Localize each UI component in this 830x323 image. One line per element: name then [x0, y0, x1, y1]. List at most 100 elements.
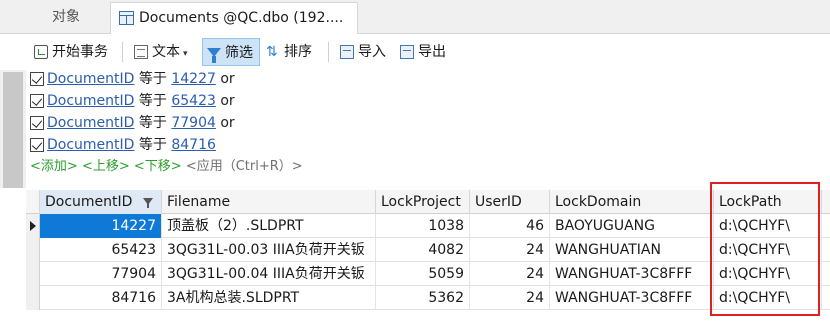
- filter-value-link[interactable]: 65423: [171, 93, 216, 109]
- cell-userid[interactable]: 24: [470, 286, 550, 310]
- filter-connector[interactable]: or: [220, 115, 234, 131]
- toolbar-divider: [122, 42, 123, 62]
- filter-condition: DocumentID 等于 84716: [30, 134, 820, 156]
- filter-operator[interactable]: 等于: [139, 137, 167, 153]
- filter-value-link[interactable]: 77904: [171, 115, 216, 131]
- dropdown-caret-icon[interactable]: ▾: [183, 49, 188, 59]
- import-icon: [340, 45, 354, 59]
- filter-value-link[interactable]: 84716: [171, 137, 216, 153]
- export-button[interactable]: 导出: [396, 38, 446, 66]
- cell-lockpath[interactable]: d:\QCHYF\: [714, 238, 822, 262]
- table-row[interactable]: 84716 3A机构总装.SLDPRT 5362 24 WANGHUAT-3C8…: [40, 286, 830, 310]
- tab-objects[interactable]: 对象: [26, 2, 106, 34]
- filter-label: 筛选: [225, 45, 253, 61]
- table-icon: [119, 11, 134, 25]
- cell-lockproject[interactable]: 5059: [376, 262, 470, 286]
- cell-filename[interactable]: 3QG31L-00.04 IIIA负荷开关钣: [162, 262, 376, 286]
- filter-field-link[interactable]: DocumentID: [47, 137, 134, 153]
- export-icon: [400, 45, 414, 59]
- column-header-lockdomain[interactable]: LockDomain: [550, 190, 714, 214]
- tab-bar: 对象 Documents @QC.dbo (192....: [0, 0, 830, 34]
- filter-connector[interactable]: or: [220, 71, 234, 87]
- cell-filename[interactable]: 3QG31L-00.03 IIIA负荷开关钣: [162, 238, 376, 262]
- header-corner: [26, 190, 40, 214]
- export-label: 导出: [418, 44, 446, 60]
- filter-operator[interactable]: 等于: [139, 71, 167, 87]
- cell-lockproject[interactable]: 5362: [376, 286, 470, 310]
- filter-icon: [207, 48, 221, 63]
- filter-value-link[interactable]: 14227: [171, 71, 216, 87]
- row-selector[interactable]: [26, 238, 40, 262]
- filter-funnel-icon[interactable]: [143, 198, 153, 208]
- cell-lockpath[interactable]: d:\QCHYF\: [714, 262, 822, 286]
- document-icon: [134, 45, 148, 59]
- filter-panel-scrollbar[interactable]: [0, 70, 26, 188]
- cell-documentid[interactable]: 14227: [40, 214, 162, 238]
- filter-enabled-checkbox[interactable]: [30, 138, 44, 152]
- sort-icon: ⇅: [266, 44, 278, 60]
- cell-lockdomain[interactable]: WANGHUATIAN: [550, 238, 714, 262]
- text-button[interactable]: 文本 ▾: [130, 38, 188, 66]
- column-header-documentid[interactable]: DocumentID: [40, 190, 162, 214]
- cell-lockdomain[interactable]: WANGHUAT-3C8FFF: [550, 262, 714, 286]
- filter-enabled-checkbox[interactable]: [30, 116, 44, 130]
- filter-connector[interactable]: or: [220, 93, 234, 109]
- tab-documents[interactable]: Documents @QC.dbo (192....: [110, 2, 358, 34]
- begin-transaction-button[interactable]: 开始事务: [30, 38, 108, 66]
- filter-button[interactable]: 筛选: [202, 38, 260, 66]
- column-header-filename[interactable]: Filename: [162, 190, 376, 214]
- filter-field-link[interactable]: DocumentID: [47, 115, 134, 131]
- filter-enabled-checkbox[interactable]: [30, 72, 44, 86]
- cell-userid[interactable]: 24: [470, 238, 550, 262]
- cell-documentid[interactable]: 77904: [40, 262, 162, 286]
- filter-field-link[interactable]: DocumentID: [47, 71, 134, 87]
- import-label: 导入: [358, 44, 386, 60]
- column-header-lockpath[interactable]: LockPath: [714, 190, 822, 214]
- cell-lockproject[interactable]: 1038: [376, 214, 470, 238]
- begin-transaction-icon: [34, 45, 48, 59]
- filter-panel: DocumentID 等于 14227 or DocumentID 等于 654…: [30, 68, 820, 178]
- sort-label: 排序: [284, 44, 312, 60]
- column-header-label: DocumentID: [45, 194, 133, 210]
- apply-filter-link[interactable]: <应用（Ctrl+R）>: [186, 159, 303, 174]
- table-row[interactable]: 77904 3QG31L-00.04 IIIA负荷开关钣 5059 24 WAN…: [40, 262, 830, 286]
- filter-condition: DocumentID 等于 65423 or: [30, 90, 820, 112]
- filter-operator[interactable]: 等于: [139, 115, 167, 131]
- filter-condition: DocumentID 等于 77904 or: [30, 112, 820, 134]
- cell-lockdomain[interactable]: WANGHUAT-3C8FFF: [550, 286, 714, 310]
- move-down-link[interactable]: <下移>: [134, 159, 182, 174]
- grid-header: DocumentID Filename LockProject UserID L…: [26, 190, 830, 214]
- add-filter-link[interactable]: <添加>: [30, 159, 78, 174]
- import-button[interactable]: 导入: [336, 38, 386, 66]
- move-up-link[interactable]: <上移>: [82, 159, 130, 174]
- row-selector[interactable]: [26, 286, 40, 310]
- toolbar: 开始事务 文本 ▾ 筛选 ⇅ 排序 导入 导出: [26, 36, 830, 68]
- cell-userid[interactable]: 46: [470, 214, 550, 238]
- tab-documents-label: Documents @QC.dbo (192....: [139, 10, 344, 26]
- filter-operator[interactable]: 等于: [139, 93, 167, 109]
- table-row[interactable]: 14227 顶盖板（2）.SLDPRT 1038 46 BAOYUGUANG d…: [40, 214, 830, 238]
- filter-field-link[interactable]: DocumentID: [47, 93, 134, 109]
- cell-lockproject[interactable]: 4082: [376, 238, 470, 262]
- filter-condition: DocumentID 等于 14227 or: [30, 68, 820, 90]
- cell-lockpath[interactable]: d:\QCHYF\: [714, 214, 822, 238]
- column-header-userid[interactable]: UserID: [470, 190, 550, 214]
- cell-lockdomain[interactable]: BAOYUGUANG: [550, 214, 714, 238]
- text-label: 文本: [152, 44, 180, 60]
- cell-documentid[interactable]: 84716: [40, 286, 162, 310]
- sort-button[interactable]: ⇅ 排序: [262, 38, 312, 66]
- cell-filename[interactable]: 3A机构总装.SLDPRT: [162, 286, 376, 310]
- cell-documentid[interactable]: 65423: [40, 238, 162, 262]
- toolbar-divider: [328, 42, 329, 62]
- scrollbar-thumb[interactable]: [3, 72, 23, 188]
- row-selector[interactable]: [26, 262, 40, 286]
- cell-filename[interactable]: 顶盖板（2）.SLDPRT: [162, 214, 376, 238]
- table-row[interactable]: 65423 3QG31L-00.03 IIIA负荷开关钣 4082 24 WAN…: [40, 238, 830, 262]
- begin-transaction-label: 开始事务: [52, 44, 108, 60]
- filter-actions: <添加> <上移> <下移> <应用（Ctrl+R）>: [30, 156, 820, 178]
- cell-userid[interactable]: 24: [470, 262, 550, 286]
- filter-enabled-checkbox[interactable]: [30, 94, 44, 108]
- column-header-lockproject[interactable]: LockProject: [376, 190, 470, 214]
- row-selector-current[interactable]: [26, 214, 40, 238]
- cell-lockpath[interactable]: d:\QCHYF\: [714, 286, 822, 310]
